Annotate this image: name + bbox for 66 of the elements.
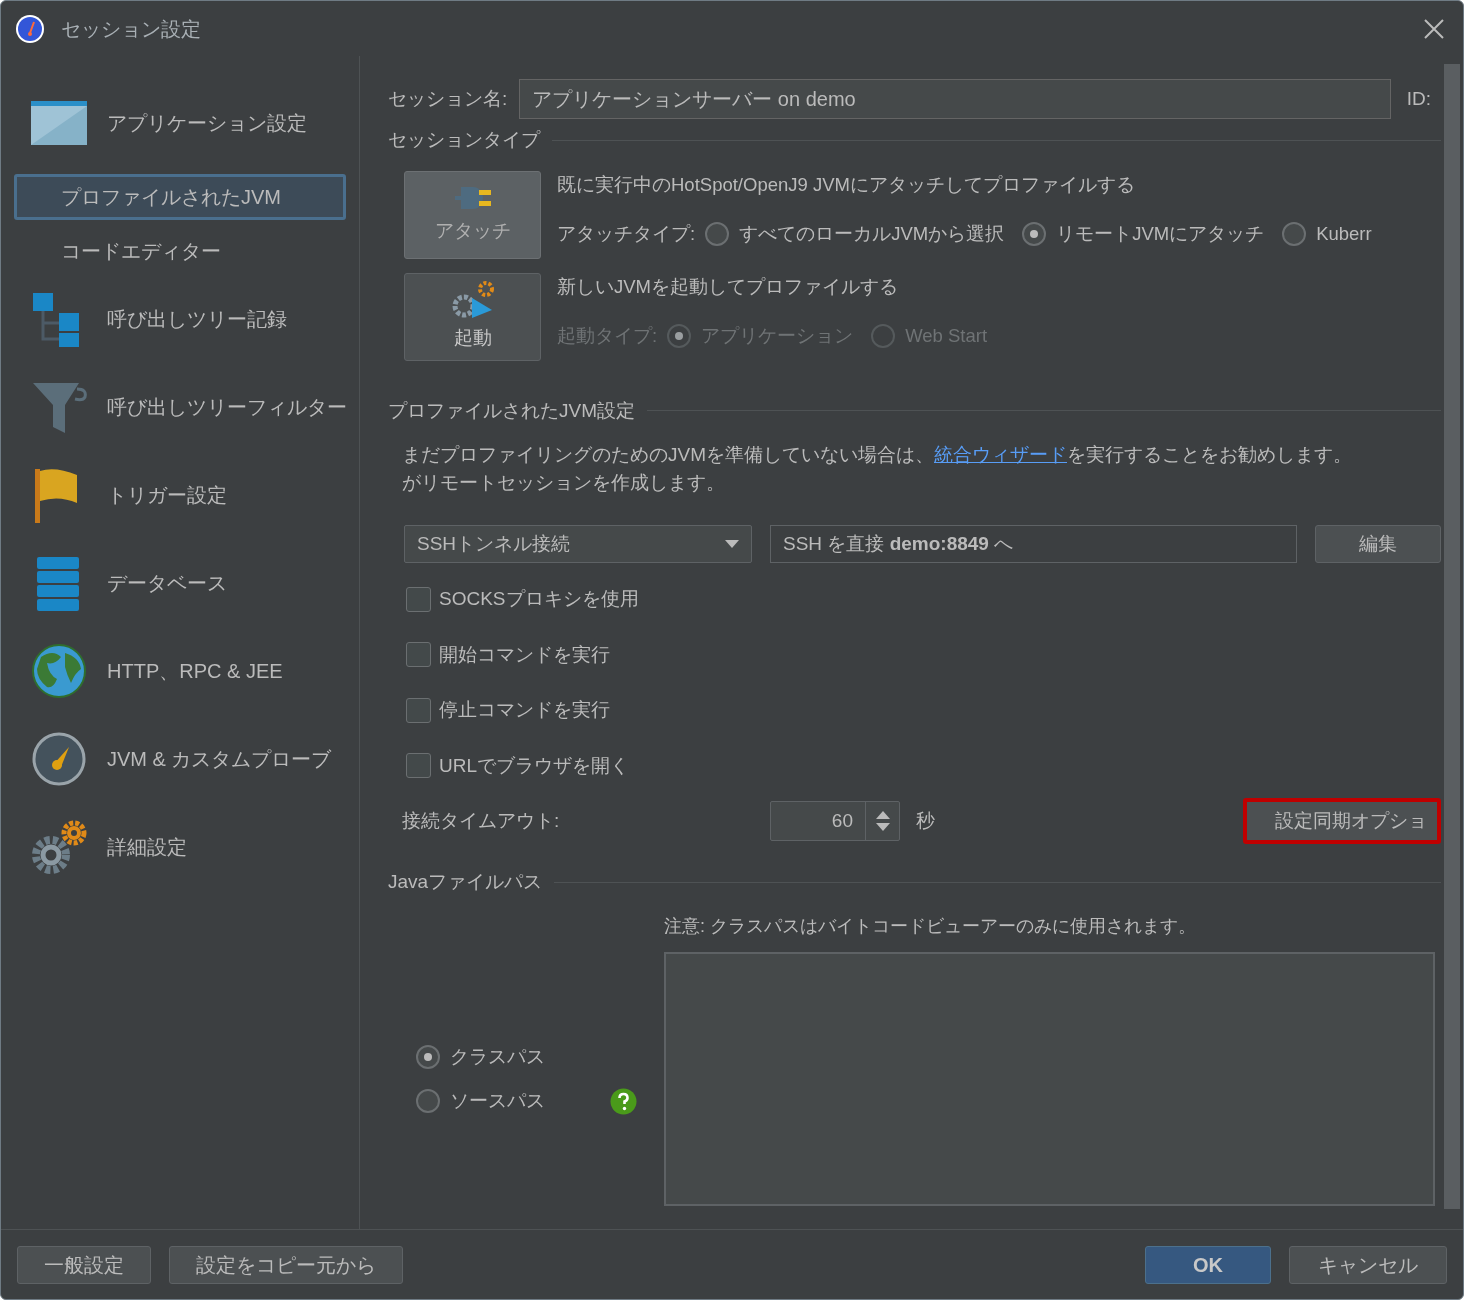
checkbox[interactable]	[406, 753, 431, 779]
sidebar-item[interactable]: HTTP、RPC & JEE	[14, 628, 346, 714]
window-title: セッション設定	[61, 16, 201, 42]
option-description: 新しいJVMを起動してプロファイルする	[557, 274, 899, 299]
radio-label: クラスパス	[450, 1044, 546, 1069]
field-label: セッション名:	[388, 86, 508, 111]
sync-options-button[interactable]: 設定同期オプショ	[1243, 798, 1441, 844]
radio-label: リモートJVMにアタッチ	[1056, 222, 1265, 247]
globe-icon	[31, 643, 87, 699]
radio-button[interactable]	[416, 1089, 440, 1114]
sidebar-item[interactable]: JVM & カスタムプローブ	[14, 716, 346, 802]
radio-button[interactable]	[1022, 222, 1047, 247]
connection-dropdown[interactable]: SSHトンネル接続	[404, 525, 752, 563]
unit-label: 秒	[916, 808, 935, 833]
footer-button[interactable]: 一般設定	[17, 1245, 151, 1284]
sidebar-item[interactable]: 呼び出しツリーフィルター	[14, 364, 346, 450]
app-logo-icon	[15, 13, 45, 44]
sidebar-item[interactable]: コードエディター	[14, 228, 346, 274]
classpath-note: 注意: クラスパスはバイトコードビューアーのみに使用されます。	[664, 914, 1197, 938]
radio-button[interactable]	[705, 222, 730, 247]
radio-button[interactable]	[416, 1044, 440, 1069]
sidebar-item[interactable]: 呼び出しツリー記録	[14, 276, 346, 362]
help-icon[interactable]	[610, 1087, 637, 1115]
radio-label: Kuberr	[1316, 222, 1372, 247]
close-icon	[1423, 17, 1445, 40]
ok-button[interactable]: OK	[1145, 1245, 1271, 1284]
sidebar-item[interactable]: トリガー設定	[14, 452, 346, 538]
radio-label: ソースパス	[450, 1089, 546, 1113]
radio-label: すべてのローカルJVMから選択	[739, 222, 1005, 247]
target-field: SSH を直接 demo:8849 へ	[770, 525, 1297, 563]
sidebar-item[interactable]: 詳細設定	[14, 804, 346, 890]
wizard-note: まだプロファイリングのためのJVMを準備していない場合は、統合ウィザード を実行することをお勧めします。 がリモートセッションを作成します。	[401, 443, 1353, 495]
path-list-area[interactable]	[664, 951, 1435, 1206]
timeout-label: 接続タイムアウト:	[402, 808, 561, 833]
section-title: プロファイルされたJVM設定	[388, 398, 635, 423]
sidebar-item[interactable]: データベース	[14, 540, 346, 626]
checkbox[interactable]	[406, 642, 431, 668]
checkbox-label: 停止コマンドを実行	[439, 698, 610, 722]
radio-button[interactable]	[667, 324, 692, 349]
session-type-button[interactable]: 起動	[404, 272, 541, 361]
radio-button[interactable]	[1282, 222, 1307, 247]
gauge-icon	[31, 731, 87, 787]
wizard-link[interactable]: 統合ウィザード	[934, 444, 1067, 465]
checkbox-label: SOCKSプロキシを使用	[439, 587, 639, 611]
sidebar-item[interactable]: プロファイルされたJVM	[14, 174, 346, 220]
session-type-button[interactable]: アタッチ	[404, 170, 541, 259]
gears-icon	[31, 819, 87, 875]
checkbox[interactable]	[406, 586, 431, 612]
timeout-spinner[interactable]: 60	[770, 801, 900, 841]
field-label: ID:	[1405, 86, 1432, 111]
section-title: Javaファイルパス	[388, 870, 543, 894]
edit-button[interactable]: 編集	[1315, 525, 1441, 563]
dropdown-arrow-icon	[725, 540, 739, 548]
option-description: 既に実行中のHotSpot/OpenJ9 JVMにアタッチしてプロファイルする	[557, 172, 1136, 197]
cancel-button[interactable]: キャンセル	[1289, 1245, 1447, 1284]
radio-button[interactable]	[871, 324, 896, 349]
spinner-arrows-icon	[875, 810, 890, 832]
type-label: アタッチタイプ:	[557, 222, 696, 247]
checkbox-label: 開始コマンドを実行	[439, 642, 610, 667]
section-title: セッションタイプ	[388, 128, 540, 152]
checkbox-label: URLでブラウザを開く	[439, 753, 629, 778]
sidebar-item[interactable]: アプリケーション設定	[14, 80, 346, 166]
scrollbar[interactable]	[1444, 64, 1460, 1209]
checkbox[interactable]	[406, 697, 431, 723]
footer-button[interactable]: 設定をコピー元から	[169, 1245, 403, 1284]
session-name-field[interactable]: アプリケーションサーバー on demo	[519, 79, 1391, 119]
